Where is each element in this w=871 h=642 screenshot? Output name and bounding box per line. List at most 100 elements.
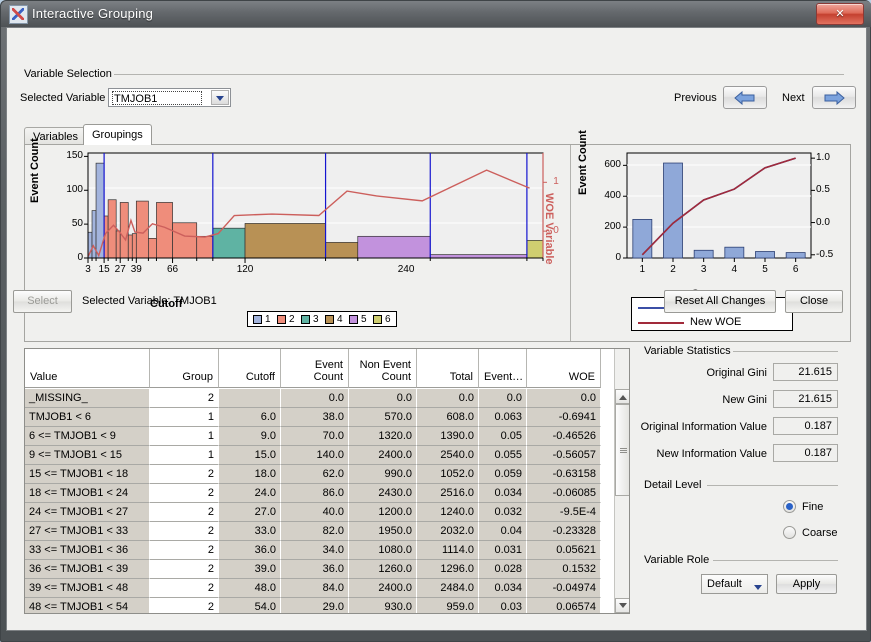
table-cell-group[interactable]: 2 [150, 560, 219, 579]
table-row[interactable]: 27 <= TMJOB1 < 33 2 33.0 82.0 1950.0 2032.0 0.… [25, 522, 616, 541]
table-column-header[interactable]: Total [417, 349, 479, 388]
table-cell-group[interactable]: 1 [150, 446, 219, 465]
left-chart-xtick: 120 [236, 264, 254, 275]
scroll-down-icon[interactable] [615, 598, 629, 613]
variable-role-value: Default [707, 578, 742, 590]
table-row[interactable]: 33 <= TMJOB1 < 36 2 36.0 34.0 1080.0 1114.0 0.… [25, 541, 616, 560]
legend-label: New WOE [690, 316, 742, 328]
table-cell: 6.0 [219, 408, 281, 427]
table-cell: 2484.0 [417, 579, 479, 598]
table-cell-group[interactable]: 1 [150, 427, 219, 446]
right-chart-xtick: 3 [700, 264, 707, 275]
table-cell-group[interactable]: 2 [150, 522, 219, 541]
table-cell-group[interactable]: 2 [150, 541, 219, 560]
table-cell: 140.0 [281, 446, 349, 465]
detail-level-line [707, 485, 838, 486]
table-row[interactable]: 39 <= TMJOB1 < 48 2 48.0 84.0 2400.0 2484.0 0.… [25, 579, 616, 598]
tab-bar: Variables Groupings [24, 124, 850, 145]
table-cell: 0.05 [479, 427, 527, 446]
table-body[interactable]: _MISSING_ 2 0.0 0.0 0.0 0.0 0.0 TMJOB1 < 6 1 6.0 3… [25, 389, 616, 613]
table-cell-group[interactable]: 2 [150, 484, 219, 503]
radio-fine-label: Fine [802, 501, 824, 513]
table-cell: 0.063 [479, 408, 527, 427]
table-row[interactable]: TMJOB1 < 6 1 6.0 38.0 570.0 608.0 0.063 -0.6941 [25, 408, 616, 427]
select-button[interactable]: Select [13, 290, 72, 313]
table-column-header[interactable]: Value [25, 349, 150, 388]
left-chart-xtick: 240 [397, 264, 415, 275]
table-cell: -0.46526 [527, 427, 601, 446]
table-cell: 1240.0 [417, 503, 479, 522]
table-column-header[interactable]: WOE [527, 349, 601, 388]
table-cell: 0.034 [479, 579, 527, 598]
table-row[interactable]: 36 <= TMJOB1 < 39 2 39.0 36.0 1260.0 1296.0 0.… [25, 560, 616, 579]
radio-fine[interactable] [783, 500, 796, 513]
variable-role-combobox[interactable]: Default [701, 574, 768, 594]
chevron-down-icon[interactable] [211, 90, 229, 105]
table-cell: 990.0 [349, 465, 417, 484]
table-cell: 36.0 [219, 541, 281, 560]
scrollbar-thumb[interactable] [615, 404, 629, 496]
title-bar: Interactive Grouping [1, 1, 871, 27]
table-cell: TMJOB1 < 6 [25, 408, 150, 427]
table-cell: 82.0 [281, 522, 349, 541]
variable-statistics-label: Variable Statistics [641, 345, 734, 357]
table-cell: 34.0 [281, 541, 349, 560]
variable-selection-group-label: Variable Selection [21, 68, 115, 80]
groupings-table[interactable]: Value Group Cutoff Event Count Non Event Cou… [24, 348, 630, 614]
chevron-down-icon[interactable] [752, 580, 764, 590]
radio-coarse[interactable] [783, 526, 796, 539]
table-cell: 1320.0 [349, 427, 417, 446]
previous-button[interactable] [723, 86, 767, 109]
table-cell: 70.0 [281, 427, 349, 446]
table-cell: 29.0 [281, 598, 349, 613]
table-cell: 62.0 [281, 465, 349, 484]
table-cell-group[interactable]: 2 [150, 579, 219, 598]
table-column-header[interactable]: Event Count [281, 349, 349, 388]
table-cell: 38.0 [281, 408, 349, 427]
close-button[interactable]: Close [785, 290, 843, 313]
variable-role-line [713, 560, 838, 561]
table-column-header[interactable]: Group [150, 349, 219, 388]
table-vertical-scrollbar[interactable] [614, 349, 629, 613]
table-row[interactable]: 9 <= TMJOB1 < 15 1 15.0 140.0 2400.0 2540.0 0.… [25, 446, 616, 465]
table-cell: -0.04974 [527, 579, 601, 598]
apply-button[interactable]: Apply [776, 574, 837, 594]
left-chart-ytick: 0 [77, 252, 83, 263]
right-chart-xtick: 2 [670, 264, 676, 275]
table-cell-group[interactable]: 2 [150, 503, 219, 522]
close-icon[interactable] [816, 3, 864, 25]
table-cell: 86.0 [281, 484, 349, 503]
table-cell-group[interactable]: 1 [150, 408, 219, 427]
next-button[interactable] [812, 86, 856, 109]
table-row[interactable]: _MISSING_ 2 0.0 0.0 0.0 0.0 0.0 [25, 389, 616, 408]
table-cell: 0.032 [479, 503, 527, 522]
table-cell: 0.04 [479, 522, 527, 541]
application-window: Interactive Grouping Variable Selection … [0, 0, 871, 642]
tab-groupings[interactable]: Groupings [83, 124, 152, 145]
right-chart-ytick: 0 [615, 252, 621, 263]
table-row[interactable]: 6 <= TMJOB1 < 9 1 9.0 70.0 1320.0 1390.0 0.05-… [25, 427, 616, 446]
scroll-up-icon[interactable] [615, 389, 629, 404]
new-information-value: 0.187 [773, 444, 838, 462]
selected-variable-label: Selected Variable [20, 92, 106, 104]
table-cell: 15.0 [219, 446, 281, 465]
table-row[interactable]: 24 <= TMJOB1 < 27 2 27.0 40.0 1200.0 1240.0 0.… [25, 503, 616, 522]
original-information-value: 0.187 [773, 417, 838, 435]
table-cell-group[interactable]: 2 [150, 598, 219, 613]
table-row[interactable]: 48 <= TMJOB1 < 54 2 54.0 29.0 930.0 959.0 0.03… [25, 598, 616, 613]
table-cell-group[interactable]: 2 [150, 465, 219, 484]
table-row[interactable]: 18 <= TMJOB1 < 24 2 24.0 86.0 2430.0 2516.0 0.… [25, 484, 616, 503]
cutoff-histogram-panel[interactable]: Event Count WOE Variable Cutoff 0 50 100… [25, 138, 570, 341]
table-cell: 0.0 [349, 389, 417, 408]
table-column-header[interactable]: Event… [479, 349, 527, 388]
table-row[interactable]: 15 <= TMJOB1 < 18 2 18.0 62.0 990.0 1052.0 0.0… [25, 465, 616, 484]
table-column-header[interactable]: Non Event Count [349, 349, 417, 388]
legend-label: 1 [265, 314, 271, 325]
table-column-header[interactable]: Cutoff [219, 349, 281, 388]
right-chart-ytick: 400 [604, 190, 621, 202]
selected-variable-combobox[interactable]: TMJOB1 [108, 88, 231, 107]
table-column-header-label: Non Event Count [359, 359, 411, 383]
table-cell-group[interactable]: 2 [150, 389, 219, 408]
client-area: Variable Selection Selected Variable TMJ… [6, 27, 867, 631]
reset-all-changes-button[interactable]: Reset All Changes [664, 290, 776, 313]
